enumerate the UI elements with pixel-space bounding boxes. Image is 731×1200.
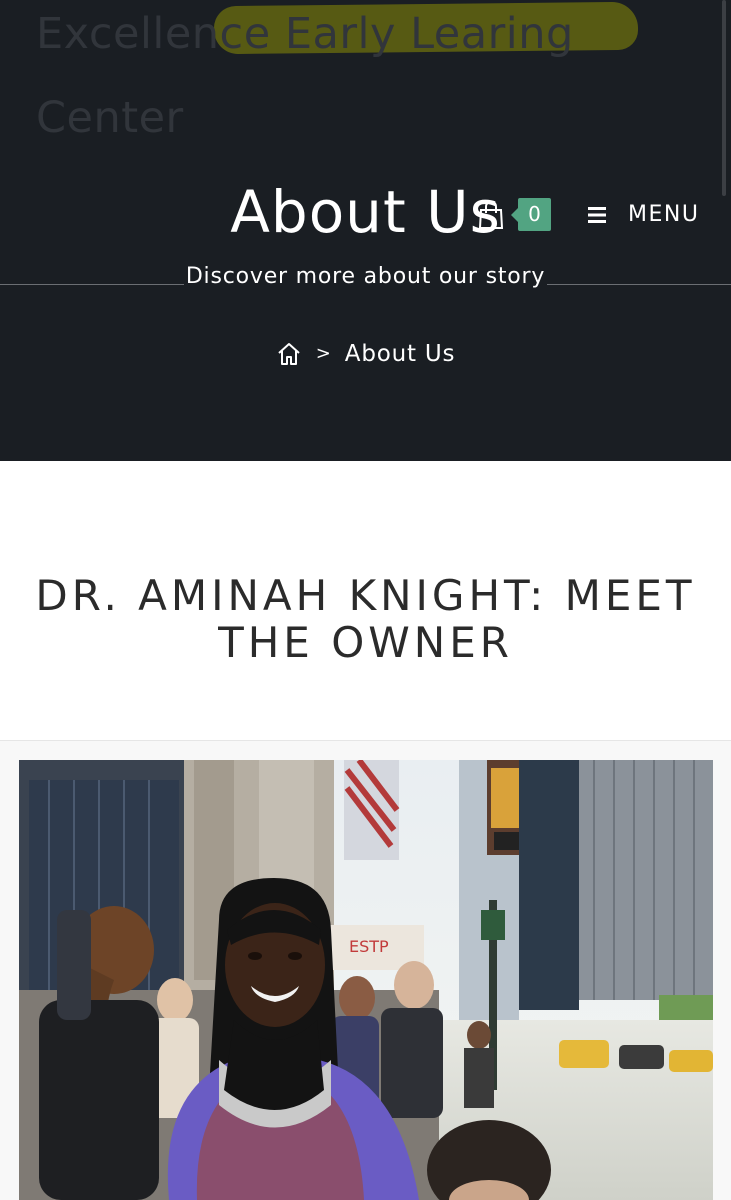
page-subtitle-text: Discover more about our story	[183, 264, 548, 289]
owner-heading: DR. AMINAH KNIGHT: MEET THE OWNER	[35, 571, 696, 667]
shopping-bag-icon	[478, 200, 504, 229]
menu-label: MENU	[628, 202, 700, 227]
hamburger-icon	[588, 207, 606, 223]
menu-button[interactable]: MENU	[586, 200, 706, 230]
home-icon[interactable]	[276, 341, 302, 367]
site-title[interactable]: Excellence Early Learing Center	[36, 0, 656, 160]
breadcrumb: > About Us	[0, 336, 731, 372]
cart-count-badge: 0	[511, 198, 551, 231]
cart-button[interactable]: 0	[478, 198, 558, 234]
page-header: Excellence Early Learing Center About Us…	[0, 0, 731, 461]
breadcrumb-current: About Us	[344, 341, 456, 367]
breadcrumb-separator: >	[315, 343, 331, 364]
owner-photo: ESTP	[19, 760, 713, 1200]
page-subtitle: Discover more about our story	[0, 262, 731, 292]
scrollbar[interactable]	[722, 0, 726, 196]
svg-text:ESTP: ESTP	[349, 937, 389, 956]
